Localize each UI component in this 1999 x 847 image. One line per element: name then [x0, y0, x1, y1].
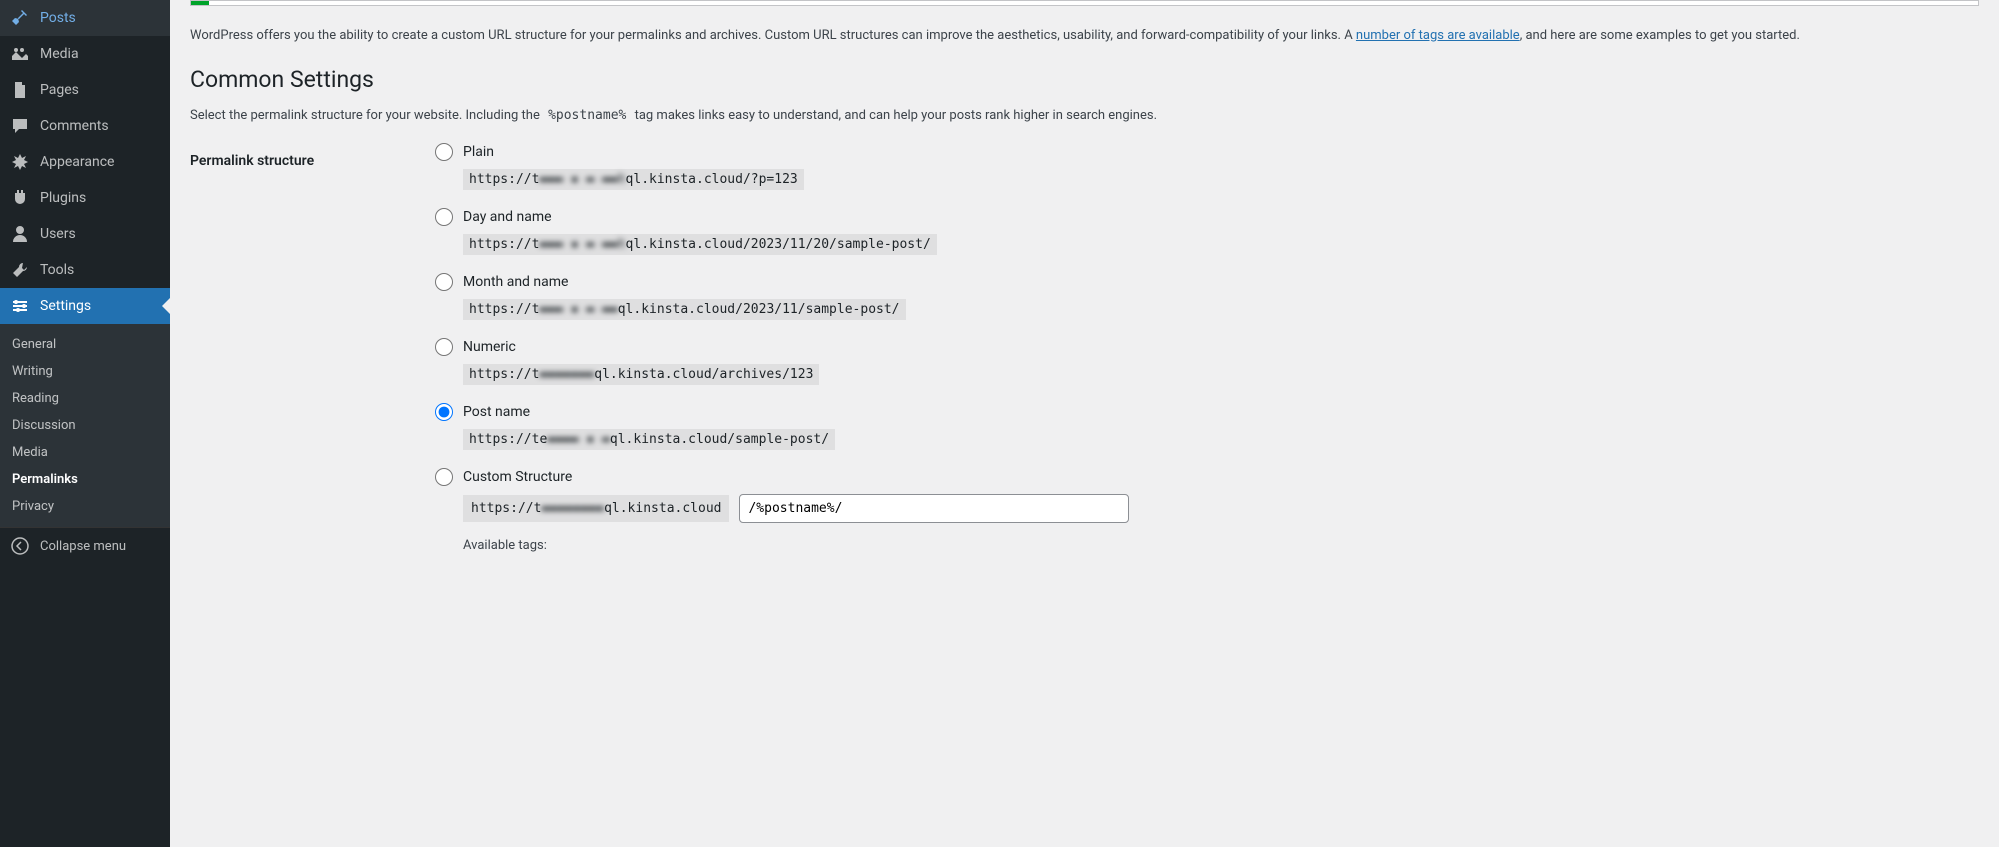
- option-numeric-row: Numeric: [435, 338, 1979, 356]
- sidebar-item-label: Posts: [40, 10, 76, 26]
- intro-paragraph: WordPress offers you the ability to crea…: [190, 26, 1979, 46]
- option-plain-radio[interactable]: [435, 143, 453, 161]
- option-dayname-radio[interactable]: [435, 208, 453, 226]
- pin-icon: [10, 8, 30, 28]
- submenu-writing[interactable]: Writing: [0, 358, 170, 385]
- common-settings-heading: Common Settings: [190, 66, 1979, 93]
- option-monthname-example: https://t▬▬▬ ▪ ▬ ▬▬ql.kinsta.cloud/2023/…: [463, 299, 906, 320]
- collapse-menu-button[interactable]: Collapse menu: [0, 527, 170, 564]
- permalink-form: Permalink structure Plain https://t▬▬▬ ▪…: [190, 143, 1979, 553]
- user-icon: [10, 224, 30, 244]
- settings-submenu: General Writing Reading Discussion Media…: [0, 324, 170, 527]
- option-dayname-example: https://t▬▬▬ ▪ ▬ ▬▬hql.kinsta.cloud/2023…: [463, 234, 937, 255]
- sidebar-item-posts[interactable]: Posts: [0, 0, 170, 36]
- plugin-icon: [10, 188, 30, 208]
- submenu-media[interactable]: Media: [0, 439, 170, 466]
- option-custom-row: Custom Structure: [435, 468, 1979, 486]
- submenu-privacy[interactable]: Privacy: [0, 493, 170, 520]
- permalink-structure-label: Permalink structure: [190, 143, 435, 553]
- sidebar-item-label: Tools: [40, 262, 74, 278]
- option-plain-example: https://t▬▬▬ ▪ ▬ ▬▬hql.kinsta.cloud/?p=1…: [463, 169, 804, 190]
- sidebar-item-comments[interactable]: Comments: [0, 108, 170, 144]
- sidebar-item-tools[interactable]: Tools: [0, 252, 170, 288]
- submenu-permalinks[interactable]: Permalinks: [0, 466, 170, 493]
- custom-base-url: https://t▬▬▬▬▬▬▬▬ql.kinsta.cloud: [463, 495, 729, 522]
- permalink-options: Plain https://t▬▬▬ ▪ ▬ ▬▬hql.kinsta.clou…: [435, 143, 1979, 553]
- option-postname-example: https://te▬▬▬▬ ▪ ▬ ql.kinsta.cloud/sampl…: [463, 429, 835, 450]
- submenu-general[interactable]: General: [0, 331, 170, 358]
- progress-fill: [191, 1, 209, 5]
- custom-structure-input[interactable]: [739, 494, 1129, 523]
- sidebar-item-label: Pages: [40, 82, 79, 98]
- admin-sidebar: Posts Media Pages Comments Appearance Pl…: [0, 0, 170, 847]
- option-numeric-example: https://t ▬▬▬▬▬▬▬ ql.kinsta.cloud/archiv…: [463, 364, 819, 385]
- common-settings-subtext: Select the permalink structure for your …: [190, 108, 1979, 123]
- sidebar-item-label: Users: [40, 226, 76, 242]
- option-postname-radio[interactable]: [435, 403, 453, 421]
- intro-text-1: WordPress offers you the ability to crea…: [190, 28, 1356, 43]
- sidebar-item-label: Comments: [40, 118, 109, 134]
- option-plain-label[interactable]: Plain: [463, 144, 494, 160]
- sidebar-item-appearance[interactable]: Appearance: [0, 144, 170, 180]
- option-dayname-row: Day and name: [435, 208, 1979, 226]
- option-plain-row: Plain: [435, 143, 1979, 161]
- sidebar-item-label: Appearance: [40, 154, 114, 170]
- main-content: WordPress offers you the ability to crea…: [170, 0, 1999, 847]
- custom-structure-row: https://t▬▬▬▬▬▬▬▬ql.kinsta.cloud: [463, 494, 1979, 523]
- tags-available-link[interactable]: number of tags are available: [1356, 28, 1520, 43]
- available-tags-label: Available tags:: [463, 538, 1979, 553]
- submenu-discussion[interactable]: Discussion: [0, 412, 170, 439]
- sidebar-item-label: Plugins: [40, 190, 86, 206]
- page-icon: [10, 80, 30, 100]
- subtext-part1: Select the permalink structure for your …: [190, 108, 543, 123]
- subtext-part2: tag makes links easy to understand, and …: [631, 108, 1157, 123]
- option-numeric-label[interactable]: Numeric: [463, 339, 516, 355]
- option-dayname-label[interactable]: Day and name: [463, 209, 552, 225]
- sidebar-item-settings[interactable]: Settings: [0, 288, 170, 324]
- option-custom-radio[interactable]: [435, 468, 453, 486]
- option-custom-label[interactable]: Custom Structure: [463, 469, 572, 485]
- collapse-label: Collapse menu: [40, 539, 126, 554]
- sidebar-item-pages[interactable]: Pages: [0, 72, 170, 108]
- sidebar-item-users[interactable]: Users: [0, 216, 170, 252]
- option-monthname-label[interactable]: Month and name: [463, 274, 568, 290]
- option-postname-label[interactable]: Post name: [463, 404, 530, 420]
- option-monthname-radio[interactable]: [435, 273, 453, 291]
- sidebar-item-plugins[interactable]: Plugins: [0, 180, 170, 216]
- sidebar-item-media[interactable]: Media: [0, 36, 170, 72]
- progress-bar: [190, 0, 1979, 6]
- option-postname-row: Post name: [435, 403, 1979, 421]
- submenu-reading[interactable]: Reading: [0, 385, 170, 412]
- option-numeric-radio[interactable]: [435, 338, 453, 356]
- appearance-icon: [10, 152, 30, 172]
- postname-code: %postname%: [543, 105, 631, 126]
- sidebar-item-label: Media: [40, 46, 79, 62]
- sidebar-item-label: Settings: [40, 298, 91, 314]
- comment-icon: [10, 116, 30, 136]
- option-monthname-row: Month and name: [435, 273, 1979, 291]
- collapse-icon: [10, 536, 30, 556]
- intro-text-2: , and here are some examples to get you …: [1520, 28, 1800, 43]
- media-icon: [10, 44, 30, 64]
- settings-icon: [10, 296, 30, 316]
- tools-icon: [10, 260, 30, 280]
